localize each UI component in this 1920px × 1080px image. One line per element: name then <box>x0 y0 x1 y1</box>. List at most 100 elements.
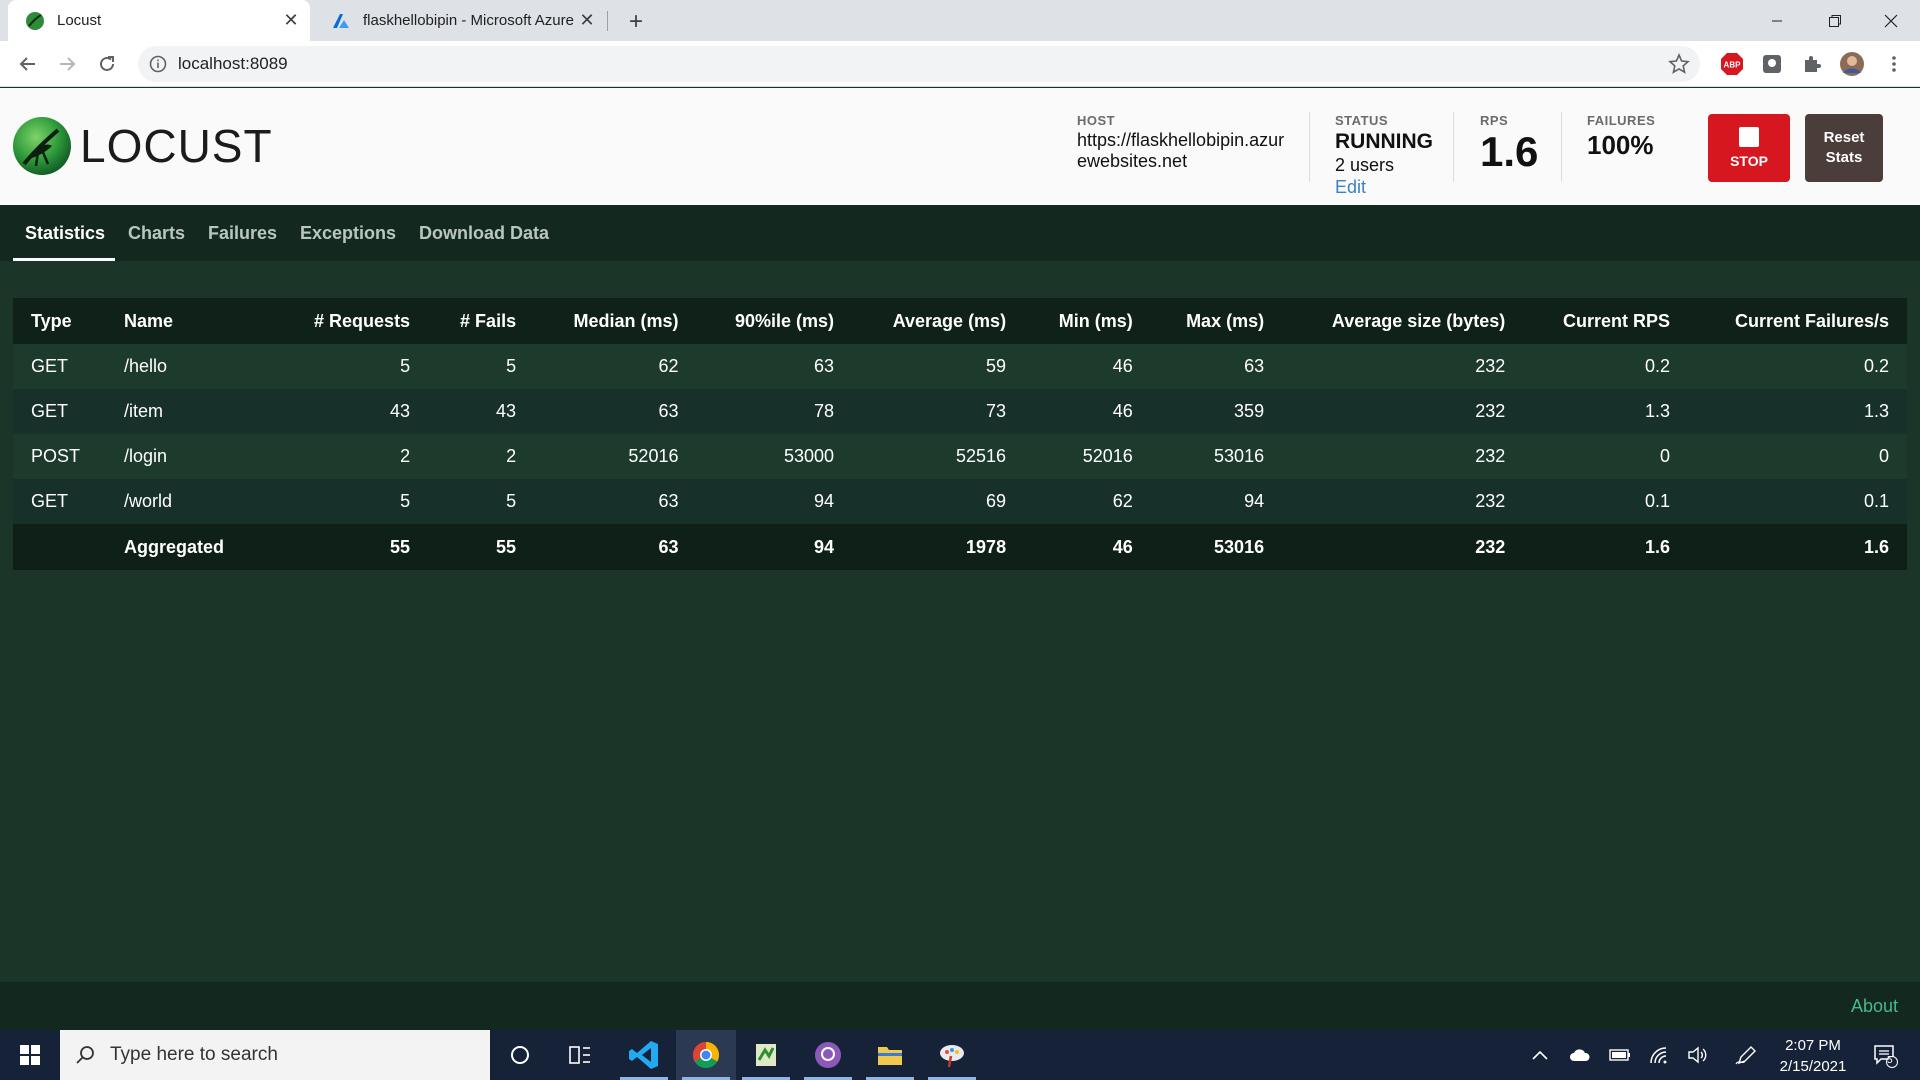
column-header[interactable]: Name <box>106 298 276 344</box>
table-cell: 52516 <box>852 434 1025 479</box>
host-label: HOST <box>1077 113 1116 128</box>
table-cell: 63 <box>534 389 697 434</box>
back-button[interactable] <box>12 48 44 80</box>
about-link[interactable]: About <box>1851 996 1898 1017</box>
action-center-button[interactable]: 5 <box>1860 1030 1910 1080</box>
arrow-left-icon <box>19 57 35 71</box>
bookmark-star-icon[interactable] <box>1668 53 1690 75</box>
table-cell: 52016 <box>1024 434 1151 479</box>
table-cell: 73 <box>852 389 1025 434</box>
failures-value: 100% <box>1587 130 1654 160</box>
notification-icon <box>1874 1045 1898 1068</box>
column-header[interactable]: Current Failures/s <box>1688 298 1907 344</box>
table-cell: 2 <box>276 434 429 479</box>
taskbar-clock[interactable]: 2:07 PM 2/15/2021 <box>1758 1035 1868 1077</box>
tab-charts[interactable]: Charts <box>128 205 185 261</box>
forward-button[interactable] <box>51 48 83 80</box>
github-icon <box>815 1042 841 1068</box>
battery-tray-button[interactable] <box>1600 1030 1640 1080</box>
column-header[interactable]: Average (ms) <box>852 298 1025 344</box>
column-header[interactable]: Median (ms) <box>534 298 697 344</box>
minimize-button[interactable] <box>1748 0 1806 41</box>
column-header[interactable]: # Fails <box>428 298 535 344</box>
close-tab-icon[interactable]: ✕ <box>576 10 598 32</box>
reset-stats-label: Reset Stats <box>1823 129 1865 166</box>
profile-button[interactable] <box>1838 50 1866 78</box>
wifi-icon <box>1650 1047 1667 1064</box>
host-value: https://flaskhellobipin.azurewebsites.ne… <box>1077 130 1285 171</box>
rps-label: RPS <box>1480 113 1509 128</box>
table-cell: 0.2 <box>1523 344 1689 389</box>
cortana-button[interactable] <box>490 1030 550 1080</box>
table-cell: 43 <box>428 389 535 434</box>
column-header[interactable]: Current RPS <box>1523 298 1689 344</box>
new-tab-button[interactable]: + <box>622 8 650 36</box>
show-hidden-icons-button[interactable] <box>1520 1030 1560 1080</box>
header-divider <box>1561 112 1562 182</box>
taskbar-search-box[interactable]: Type here to search <box>60 1030 490 1080</box>
reset-stats-button[interactable]: Reset Stats <box>1805 114 1883 182</box>
app-taskbar-button[interactable] <box>736 1030 796 1080</box>
rps-value: 1.6 <box>1480 128 1539 175</box>
task-view-button[interactable] <box>550 1030 610 1080</box>
browser-tab-azure[interactable]: flaskhellobipin - Microsoft Azure ✕ <box>314 0 606 41</box>
reload-button[interactable] <box>91 48 123 80</box>
file-explorer-taskbar-button[interactable] <box>860 1030 920 1080</box>
clock-date: 2/15/2021 <box>1779 1058 1847 1075</box>
browser-tab-locust[interactable]: Locust ✕ <box>8 0 310 41</box>
close-icon <box>1884 14 1898 27</box>
edit-link[interactable]: Edit <box>1335 177 1433 198</box>
table-cell: 78 <box>696 389 853 434</box>
adblock-extension[interactable]: ABP <box>1718 50 1746 78</box>
info-icon[interactable] <box>148 54 168 74</box>
onedrive-tray-button[interactable] <box>1560 1030 1600 1080</box>
table-cell: 0 <box>1523 434 1689 479</box>
chrome-taskbar-button[interactable] <box>676 1030 736 1080</box>
table-cell: 0.2 <box>1688 344 1907 389</box>
column-header[interactable]: Average size (bytes) <box>1282 298 1524 344</box>
close-window-button[interactable] <box>1862 0 1920 41</box>
restore-button[interactable] <box>1806 0 1864 41</box>
table-row: POST /login 2 2 52016 53000 52516 52016 … <box>13 434 1907 479</box>
locust-footer: About <box>0 982 1920 1030</box>
vscode-taskbar-button[interactable] <box>614 1030 674 1080</box>
network-tray-button[interactable] <box>1640 1030 1680 1080</box>
column-header[interactable]: 90%ile (ms) <box>696 298 853 344</box>
tab-failures[interactable]: Failures <box>208 205 277 261</box>
column-header[interactable]: Min (ms) <box>1024 298 1151 344</box>
browser-menu-button[interactable] <box>1880 50 1908 78</box>
table-cell: 55 <box>276 524 429 570</box>
column-header[interactable]: Max (ms) <box>1150 298 1283 344</box>
chrome-icon <box>692 1041 720 1069</box>
address-bar[interactable]: localhost:8089 <box>138 46 1700 82</box>
table-cell: GET <box>13 479 106 524</box>
stop-button[interactable]: STOP <box>1708 114 1790 182</box>
tab-statistics[interactable]: Statistics <box>13 205 115 261</box>
table-cell: 53016 <box>1150 434 1283 479</box>
tab-exceptions[interactable]: Exceptions <box>300 205 396 261</box>
reload-icon <box>100 56 114 71</box>
failures-label: FAILURES <box>1587 113 1656 128</box>
extension-button[interactable] <box>1758 50 1786 78</box>
battery-icon <box>1609 1049 1630 1061</box>
github-desktop-taskbar-button[interactable] <box>798 1030 858 1080</box>
extensions-menu-button[interactable] <box>1798 50 1826 78</box>
table-cell: 1.6 <box>1688 524 1907 570</box>
notepad-app-icon <box>756 1044 776 1066</box>
table-cell: 232 <box>1282 524 1524 570</box>
table-cell: 359 <box>1150 389 1283 434</box>
adblock-icon: ABP <box>1721 53 1743 75</box>
table-cell: 53016 <box>1150 524 1283 570</box>
table-cell: 59 <box>852 344 1025 389</box>
paint-taskbar-button[interactable] <box>922 1030 982 1080</box>
tab-download-data[interactable]: Download Data <box>419 205 549 261</box>
start-button[interactable] <box>0 1030 60 1080</box>
puzzle-icon <box>1805 56 1821 72</box>
table-cell: POST <box>13 434 106 479</box>
column-header[interactable]: # Requests <box>276 298 429 344</box>
table-cell: 94 <box>696 524 853 570</box>
close-tab-icon[interactable]: ✕ <box>280 10 302 32</box>
volume-tray-button[interactable] <box>1678 1030 1718 1080</box>
column-header[interactable]: Type <box>13 298 106 344</box>
table-cell: 62 <box>1024 479 1151 524</box>
